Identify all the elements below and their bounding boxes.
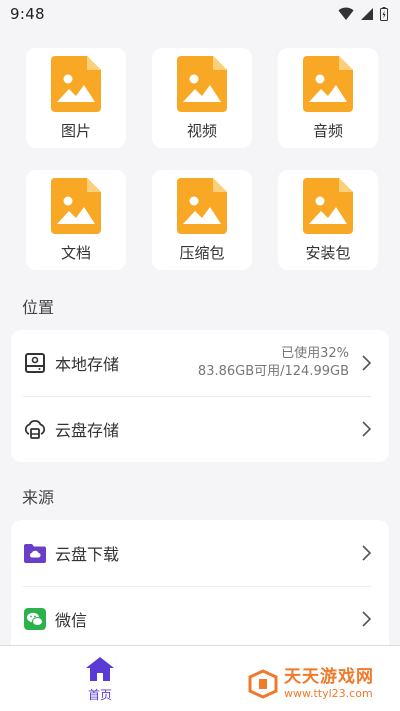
cloud-folder-icon [23,541,47,565]
category-installers[interactable]: 安装包 [278,170,378,270]
cloud-download-label: 云盘下载 [55,545,120,564]
source-panel: 云盘下载 微信 [11,520,389,652]
wechat-row[interactable]: 微信 [11,586,389,652]
cloud-storage-label: 云盘存储 [55,421,120,440]
status-icons [338,7,388,21]
home-icon [86,657,114,681]
cloud-drive-icon [23,417,47,441]
storage-usage: 已使用32% 83.86GB可用/124.99GB [198,345,349,381]
chevron-right-icon [362,421,371,437]
image-file-icon [51,56,101,112]
category-images[interactable]: 图片 [26,48,126,148]
source-section-title: 来源 [22,488,55,507]
watermark-text: 天天游戏网 www.ttyl23.com [284,667,374,700]
wifi-icon [338,7,354,20]
wechat-label: 微信 [55,611,88,630]
image-file-icon [303,56,353,112]
category-archives[interactable]: 压缩包 [152,170,252,270]
watermark-title: 天天游戏网 [284,667,374,687]
hard-drive-icon [23,351,47,375]
nav-home-label: 首页 [87,688,112,702]
chevron-right-icon [362,355,371,371]
cloud-download-row[interactable]: 云盘下载 [11,520,389,586]
category-label: 安装包 [305,244,351,262]
local-storage-row[interactable]: 本地存储 已使用32% 83.86GB可用/124.99GB [11,330,389,396]
category-label: 压缩包 [179,244,225,262]
cloud-storage-row[interactable]: 云盘存储 [11,396,389,462]
cellular-signal-icon [361,8,373,20]
image-file-icon [177,56,227,112]
nav-home-tab[interactable]: 首页 [82,656,118,703]
watermark-url: www.ttyl23.com [284,687,373,700]
category-label: 音频 [312,122,343,140]
category-videos[interactable]: 视频 [152,48,252,148]
battery-icon [380,7,388,21]
storage-capacity: 83.86GB可用/124.99GB [197,364,349,379]
wechat-icon [23,607,47,631]
category-documents[interactable]: 文档 [26,170,126,270]
category-label: 视频 [186,122,217,140]
status-time: 9:48 [10,5,45,23]
category-label: 文档 [60,244,91,262]
category-audio[interactable]: 音频 [278,48,378,148]
category-grid: 图片 视频 音频 文档 压缩包 安装包 [0,28,400,270]
watermark-logo [248,669,278,699]
image-file-icon [51,178,101,234]
local-storage-label: 本地存储 [55,355,120,374]
category-label: 图片 [60,122,91,140]
watermark: 天天游戏网 www.ttyl23.com [246,669,374,699]
chevron-right-icon [362,545,371,561]
image-file-icon [177,178,227,234]
location-section-title: 位置 [22,298,55,317]
image-file-icon [303,178,353,234]
chevron-right-icon [362,611,371,627]
status-bar: 9:48 [0,0,400,28]
storage-usage-percent: 已使用32% [281,346,349,361]
location-panel: 本地存储 已使用32% 83.86GB可用/124.99GB 云盘存储 [11,330,389,462]
